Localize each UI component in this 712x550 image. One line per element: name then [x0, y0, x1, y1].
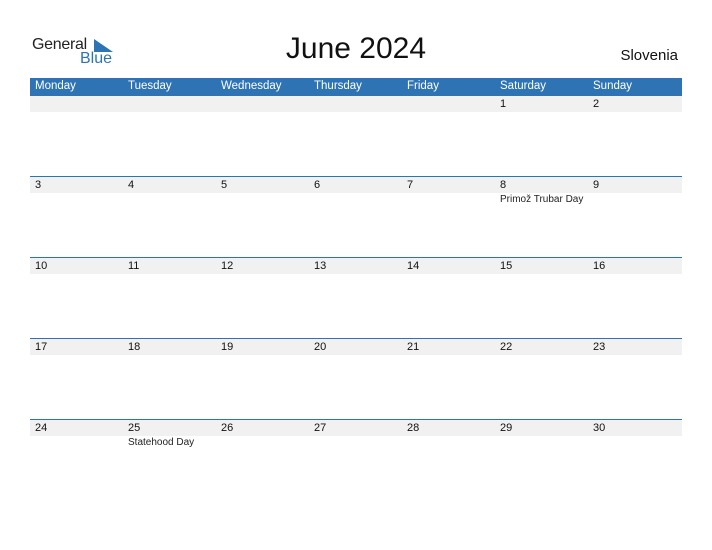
day-cell: [309, 96, 402, 177]
day-cell: 19: [216, 339, 309, 420]
day-cell: 28: [402, 420, 495, 501]
weekday-tuesday: Tuesday: [128, 80, 172, 92]
day-number: 24: [35, 422, 48, 434]
day-cell: 30: [588, 420, 681, 501]
day-number: 21: [407, 341, 420, 353]
weekday-friday: Friday: [407, 80, 439, 92]
day-cell: 25 Statehood Day: [123, 420, 216, 501]
day-number: 6: [314, 179, 321, 191]
week-row: 17 18 19 20 21 22 23: [30, 338, 682, 420]
day-cell: 8 Primož Trubar Day: [495, 177, 588, 258]
day-cell: 21: [402, 339, 495, 420]
holiday-label: Statehood Day: [128, 437, 195, 448]
week-row: 3 4 5 6 7 8 Primož Trubar Day 9: [30, 176, 682, 258]
day-cell: 20: [309, 339, 402, 420]
day-cell: 13: [309, 258, 402, 339]
day-number: 30: [593, 422, 606, 434]
day-number: 15: [500, 260, 513, 272]
country-label: Slovenia: [620, 47, 678, 64]
day-cell: 11: [123, 258, 216, 339]
day-cell: 3: [30, 177, 123, 258]
day-cell: 14: [402, 258, 495, 339]
day-number: 26: [221, 422, 234, 434]
day-number: 3: [35, 179, 42, 191]
day-cell: 12: [216, 258, 309, 339]
weekday-monday: Monday: [35, 80, 76, 92]
day-cell: 17: [30, 339, 123, 420]
day-cell: 18: [123, 339, 216, 420]
day-number: 12: [221, 260, 234, 272]
day-number: 2: [593, 98, 600, 110]
day-number: 13: [314, 260, 327, 272]
day-cell: 15: [495, 258, 588, 339]
day-cell: 2: [588, 96, 681, 177]
day-cell: 9: [588, 177, 681, 258]
day-cell: 29: [495, 420, 588, 501]
day-number: 11: [128, 260, 140, 272]
day-cell: 27: [309, 420, 402, 501]
weekday-sunday: Sunday: [593, 80, 633, 92]
day-number: 17: [35, 341, 48, 353]
day-cell: 1: [495, 96, 588, 177]
day-number: 9: [593, 179, 600, 191]
day-number: 23: [593, 341, 606, 353]
day-number: 19: [221, 341, 234, 353]
weekday-header: Monday Tuesday Wednesday Thursday Friday Satu…: [30, 78, 682, 96]
day-number: 29: [500, 422, 513, 434]
day-number: 27: [314, 422, 327, 434]
holiday-label: Primož Trubar Day: [500, 194, 584, 205]
week-row: 24 25 Statehood Day 26 27 28 29 30: [30, 419, 682, 501]
day-number: 10: [35, 260, 48, 272]
day-cell: 10: [30, 258, 123, 339]
day-number: 4: [128, 179, 135, 191]
day-cell: [216, 96, 309, 177]
week-row: 12: [30, 96, 682, 177]
weekday-thursday: Thursday: [314, 80, 362, 92]
day-number: 5: [221, 179, 228, 191]
day-number: 8: [500, 179, 507, 191]
day-number: 22: [500, 341, 513, 353]
day-cell: [30, 96, 123, 177]
week-row: 10 11 12 13 14 15 16: [30, 257, 682, 339]
day-cell: 4: [123, 177, 216, 258]
day-cell: 23: [588, 339, 681, 420]
day-cell: 7: [402, 177, 495, 258]
day-number: 7: [407, 179, 414, 191]
day-number: 18: [128, 341, 141, 353]
day-number: 20: [314, 341, 327, 353]
day-cell: 26: [216, 420, 309, 501]
day-cell: 22: [495, 339, 588, 420]
day-number: 25: [128, 422, 141, 434]
day-number: 28: [407, 422, 420, 434]
day-number: 16: [593, 260, 606, 272]
weekday-saturday: Saturday: [500, 80, 547, 92]
weekday-wednesday: Wednesday: [221, 80, 282, 92]
calendar-title: June 2024: [285, 32, 427, 65]
day-cell: 24: [30, 420, 123, 501]
day-cell: [123, 96, 216, 177]
day-number: 1: [500, 98, 507, 110]
day-cell: 6: [309, 177, 402, 258]
day-cell: 5: [216, 177, 309, 258]
day-cell: 16: [588, 258, 681, 339]
day-number: 14: [407, 260, 420, 272]
day-cell: [402, 96, 495, 177]
